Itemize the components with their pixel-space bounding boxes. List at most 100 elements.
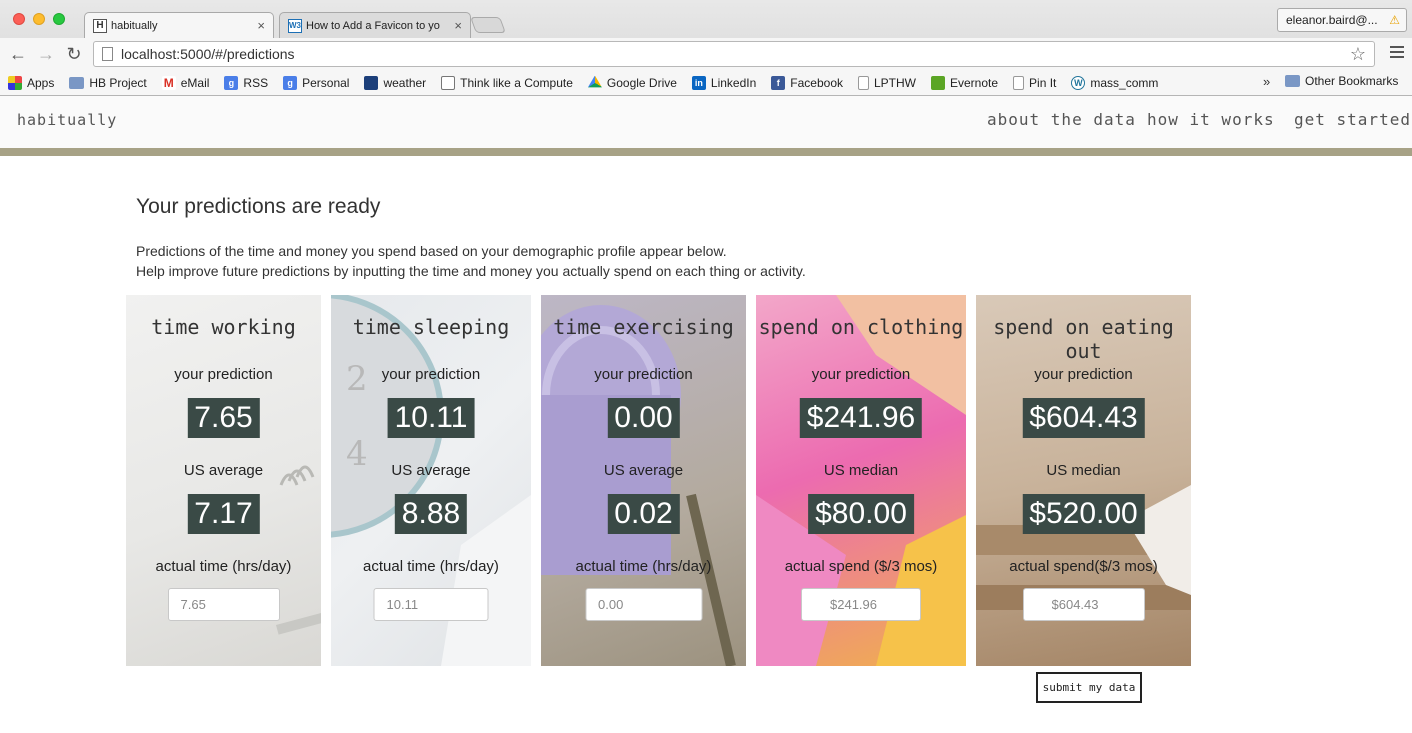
bookmark-star-icon[interactable]: ☆ <box>1350 44 1366 65</box>
bookmark-label: HB Project <box>89 75 147 90</box>
page-icon <box>1013 75 1025 90</box>
bookmark-think-like-a-computer[interactable]: Think like a Compute <box>441 75 573 90</box>
main-content: Your predictions are ready Predictions o… <box>0 156 1412 733</box>
card-title: spend on clothing <box>758 315 964 339</box>
forward-arrow-icon[interactable]: → <box>36 44 56 65</box>
bookmark-label: mass_comm <box>1090 75 1159 90</box>
warning-icon: ⚠ <box>1389 13 1400 27</box>
median-label: US median <box>1046 462 1121 479</box>
tab-favicon-howto[interactable]: W3 How to Add a Favicon to yo × <box>279 12 471 38</box>
actual-label: actual time (hrs/day) <box>155 558 292 575</box>
prediction-label: your prediction <box>381 366 481 383</box>
evernote-icon <box>931 75 945 90</box>
profile-name: eleanor.baird@... <box>1286 13 1378 27</box>
submit-data-button[interactable]: submit my data <box>1036 672 1142 703</box>
w3schools-favicon-icon: W3 <box>288 18 302 33</box>
average-label: US average <box>183 462 264 479</box>
card-time-working: time working your prediction 7.65 US ave… <box>126 295 321 666</box>
address-text[interactable]: localhost:5000/#/predictions <box>121 46 295 62</box>
nav-how-it-works[interactable]: how it works <box>1147 110 1275 129</box>
close-tab-icon[interactable]: × <box>454 18 462 33</box>
average-value: 8.88 <box>394 494 468 534</box>
bookmark-weather[interactable]: weather <box>364 75 426 90</box>
folder-icon <box>1285 75 1300 87</box>
prediction-value: 10.11 <box>387 398 475 438</box>
bookmark-label: eMail <box>180 75 210 90</box>
more-bookmarks-chevron-icon[interactable]: » <box>1263 74 1270 89</box>
actual-time-working-input[interactable] <box>167 588 280 621</box>
bookmark-label: Pin It <box>1029 75 1057 90</box>
card-spend-eating-out: spend on eating out your prediction $604… <box>976 295 1191 666</box>
bookmarks-bar: Apps HB Project M eMail g RSS g Personal… <box>0 70 1412 95</box>
card-title: time sleeping <box>352 315 510 339</box>
actual-time-exercising-input[interactable] <box>585 588 702 621</box>
bookmark-lpthw[interactable]: LPTHW <box>858 75 916 90</box>
gmail-icon: M <box>161 75 176 90</box>
profile-button[interactable]: eleanor.baird@... ⚠ <box>1277 8 1407 32</box>
bookmark-label: Personal <box>302 75 350 90</box>
actual-label: actual spend ($/3 mos) <box>784 558 938 575</box>
bookmark-apps[interactable]: Apps <box>8 75 55 90</box>
close-window-button[interactable] <box>13 13 25 25</box>
median-label: US median <box>823 462 899 479</box>
apps-grid-icon <box>8 75 22 90</box>
page-title: Your predictions are ready <box>136 195 381 218</box>
weather-icon <box>364 75 379 90</box>
actual-time-sleeping-input[interactable] <box>373 588 489 621</box>
card-title: time exercising <box>553 315 734 339</box>
nav-about-the-data[interactable]: about the data <box>987 110 1136 129</box>
tab-habitually[interactable]: H habitually × <box>84 12 274 38</box>
other-bookmarks[interactable]: Other Bookmarks <box>1285 74 1398 88</box>
bookmark-rss[interactable]: g RSS <box>224 75 269 90</box>
other-bookmarks-label: Other Bookmarks <box>1305 74 1399 88</box>
bookmark-label: RSS <box>243 75 269 90</box>
intro-line-1: Predictions of the time and money you sp… <box>136 243 727 259</box>
bookmark-personal[interactable]: g Personal <box>283 75 350 90</box>
reload-icon[interactable]: ↻ <box>64 44 84 65</box>
bookmark-hb-project[interactable]: HB Project <box>69 75 147 90</box>
facebook-icon: f <box>771 75 786 90</box>
bookmark-mass-comm[interactable]: W mass_comm <box>1071 75 1159 90</box>
browser-toolbar: ← → ↻ localhost:5000/#/predictions ☆ <box>0 38 1412 70</box>
bookmark-label: Facebook <box>790 75 843 90</box>
folder-icon <box>69 76 85 89</box>
median-value: $520.00 <box>1022 494 1145 534</box>
bookmark-evernote[interactable]: Evernote <box>931 75 998 90</box>
actual-label: actual time (hrs/day) <box>363 558 499 575</box>
new-tab-button[interactable] <box>470 17 506 33</box>
page-icon <box>858 75 869 90</box>
prediction-value: $604.43 <box>1022 398 1145 438</box>
bookmark-label: LinkedIn <box>710 75 757 90</box>
google-icon: g <box>283 75 298 90</box>
tab-title: How to Add a Favicon to yo <box>306 19 440 32</box>
minimize-window-button[interactable] <box>33 13 45 25</box>
back-arrow-icon[interactable]: ← <box>8 44 28 65</box>
card-spend-clothing: spend on clothing your prediction $241.9… <box>756 295 966 666</box>
bookmark-label: Apps <box>27 75 55 90</box>
app-navbar: habitually about the data how it works g… <box>0 96 1412 148</box>
prediction-value: 0.00 <box>607 398 680 438</box>
actual-label: actual spend($/3 mos) <box>1009 558 1158 575</box>
linkedin-icon: in <box>691 75 706 90</box>
browser-titlebar: H habitually × W3 How to Add a Favicon t… <box>0 0 1412 96</box>
maximize-window-button[interactable] <box>53 13 65 25</box>
close-tab-icon[interactable]: × <box>257 18 265 33</box>
actual-spend-clothing-input[interactable] <box>801 588 921 621</box>
bookmark-pin-it[interactable]: Pin It <box>1013 75 1057 90</box>
tab-title: habitually <box>111 19 158 32</box>
prediction-value: 7.65 <box>187 398 260 438</box>
bookmark-google-drive[interactable]: Google Drive <box>587 75 677 90</box>
bookmark-email[interactable]: M eMail <box>161 75 210 90</box>
intro-text: Predictions of the time and money you sp… <box>136 241 806 281</box>
chrome-menu-icon[interactable] <box>1390 46 1404 61</box>
brand-logo[interactable]: habitually <box>17 111 117 129</box>
prediction-label: your prediction <box>811 366 911 383</box>
address-bar[interactable]: localhost:5000/#/predictions ☆ <box>93 41 1375 67</box>
average-value: 0.02 <box>607 494 680 534</box>
bookmark-linkedin[interactable]: in LinkedIn <box>691 75 757 90</box>
bookmark-facebook[interactable]: f Facebook <box>771 75 843 90</box>
actual-spend-eating-out-input[interactable] <box>1022 588 1145 621</box>
median-value: $80.00 <box>808 494 914 534</box>
nav-get-started[interactable]: get started <box>1294 110 1411 129</box>
average-label: US average <box>603 462 684 479</box>
